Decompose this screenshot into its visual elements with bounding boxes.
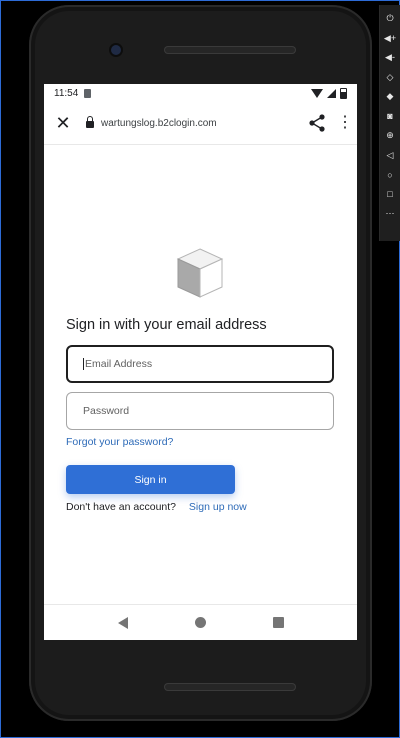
sim-card-icon (84, 88, 92, 98)
front-camera (111, 45, 121, 55)
emulator-side-toolbar: ⏻ ◀+ ◀- ◇ ◆ ◙ ⊕ ◁ ○ □ ⋯ (379, 5, 400, 241)
status-time: 11:54 (54, 87, 79, 99)
home-icon[interactable]: ○ (380, 165, 400, 185)
volume-up-icon[interactable]: ◀+ (380, 29, 400, 49)
rotate-left-icon[interactable]: ◇ (380, 68, 400, 88)
signin-heading: Sign in with your email address (66, 317, 267, 333)
url-bar[interactable]: wartungslog.b2clogin.com (86, 116, 307, 129)
volume-down-icon[interactable]: ◀- (380, 48, 400, 68)
cell-signal-icon (327, 88, 336, 98)
share-icon[interactable] (307, 113, 327, 133)
android-nav-bar (44, 604, 357, 640)
rotate-right-icon[interactable]: ◆ (380, 87, 400, 107)
top-speaker (164, 46, 296, 54)
no-account-text: Don't have an account? (66, 501, 176, 513)
password-placeholder: Password (83, 405, 130, 417)
nav-home-icon[interactable] (194, 617, 206, 628)
signin-content: Sign in with your email address Email Ad… (44, 145, 357, 585)
sign-up-link[interactable]: Sign up now (189, 501, 247, 513)
back-icon[interactable]: ◁ (380, 146, 400, 166)
battery-icon (340, 87, 347, 99)
browser-toolbar: ✕ wartungslog.b2clogin.com ⋮ (44, 102, 357, 145)
more-icon[interactable]: ⋯ (380, 204, 400, 224)
sign-in-button[interactable]: Sign in (66, 465, 235, 494)
url-text: wartungslog.b2clogin.com (101, 117, 217, 129)
status-bar: 11:54 (44, 84, 357, 102)
power-icon[interactable]: ⏻ (380, 9, 400, 29)
zoom-icon[interactable]: ⊕ (380, 126, 400, 146)
phone-screen: 11:54 ✕ wartungslog.b2clogin.com ⋮ Sign … (44, 84, 357, 640)
email-field[interactable]: Email Address (66, 345, 334, 383)
email-placeholder: Email Address (85, 358, 153, 370)
cube-logo-icon (176, 248, 224, 298)
close-icon[interactable]: ✕ (54, 113, 72, 134)
signup-row: Don't have an account? Sign up now (66, 501, 247, 513)
text-cursor (83, 358, 84, 370)
wifi-icon (311, 88, 323, 98)
overview-icon[interactable]: □ (380, 185, 400, 205)
emulator-window: 11:54 ✕ wartungslog.b2clogin.com ⋮ Sign … (0, 0, 400, 738)
forgot-password-link[interactable]: Forgot your password? (66, 436, 173, 448)
nav-recents-icon[interactable] (272, 617, 284, 628)
camera-icon[interactable]: ◙ (380, 107, 400, 127)
lock-icon (86, 116, 94, 128)
password-field[interactable]: Password (66, 392, 334, 430)
nav-back-icon[interactable] (117, 616, 128, 629)
more-options-icon[interactable]: ⋮ (337, 115, 353, 131)
bottom-speaker (164, 683, 296, 691)
